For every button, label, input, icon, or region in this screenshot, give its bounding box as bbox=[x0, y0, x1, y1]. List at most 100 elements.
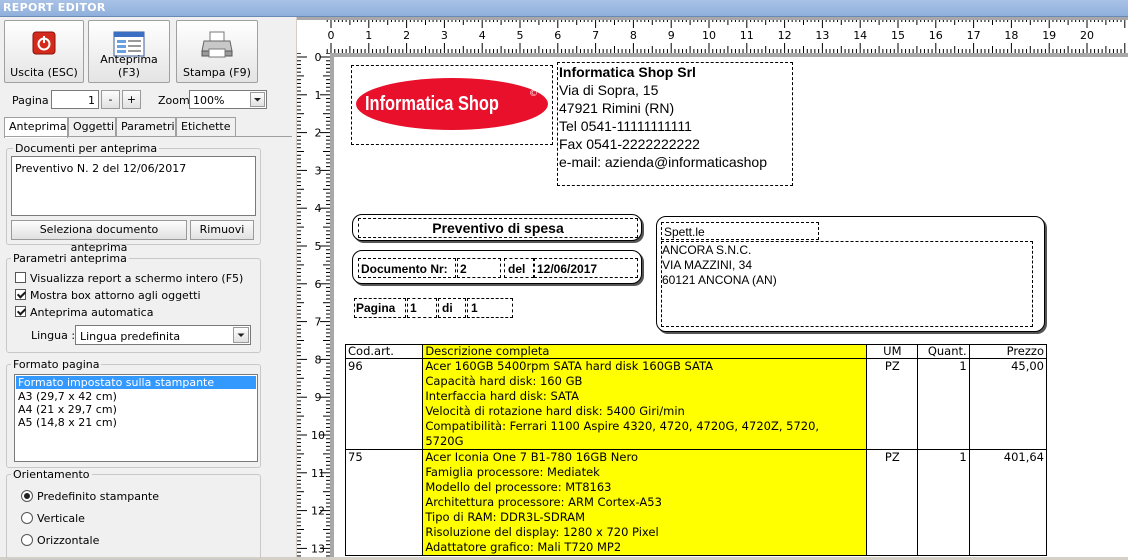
tab-divider bbox=[4, 136, 292, 137]
header-um: UM bbox=[866, 344, 919, 359]
documents-list-item[interactable]: Preventivo N. 2 del 12/06/2017 bbox=[15, 162, 186, 175]
tab-parametri[interactable]: Parametri bbox=[116, 117, 176, 136]
ruler-label: 1 bbox=[365, 29, 372, 42]
exit-button[interactable]: Uscita (ESC) bbox=[4, 20, 84, 83]
preview-button-label: Anteprima (F3) bbox=[100, 53, 158, 79]
show-box-checkbox[interactable] bbox=[15, 289, 26, 300]
ruler-label: 13 bbox=[815, 29, 829, 42]
desc-line: Compatibilità: Ferrari 1100 Aspire 4320,… bbox=[425, 419, 820, 433]
remove-document-button[interactable]: Rimuovi bbox=[190, 220, 254, 240]
ruler-label: 13 bbox=[311, 542, 325, 555]
ruler-label: 11 bbox=[740, 29, 754, 42]
ruler-label: 9 bbox=[315, 391, 322, 404]
doc-date-label: del bbox=[508, 262, 526, 276]
ruler-label: 11 bbox=[311, 467, 325, 480]
preview-button[interactable]: Anteprima (F3) bbox=[88, 20, 170, 83]
fullscreen-checkbox[interactable] bbox=[15, 272, 26, 283]
language-select[interactable]: Lingua predefinita bbox=[75, 325, 251, 345]
tab-bar: Anteprima Oggetti Parametri Etichette bbox=[4, 117, 294, 138]
header-code: Cod.art. bbox=[344, 344, 424, 359]
page-format-list[interactable]: Formato impostato sulla stampante A3 (29… bbox=[14, 374, 258, 462]
print-button[interactable]: Stampa (F9) bbox=[176, 20, 258, 83]
ruler-label: 3 bbox=[441, 29, 448, 42]
ruler-label: 6 bbox=[554, 29, 561, 42]
ruler-label: 3 bbox=[315, 164, 322, 177]
select-document-button[interactable]: Seleziona documento anteprima bbox=[11, 220, 187, 254]
ruler-label: 17 bbox=[967, 29, 981, 42]
page-format-option[interactable]: A5 (14,8 x 21 cm) bbox=[18, 416, 117, 429]
row-quantity: 1 bbox=[917, 358, 970, 450]
orientation-default-radio[interactable] bbox=[21, 490, 33, 502]
logo-box[interactable]: Informatica Shop © bbox=[351, 65, 553, 145]
report-canvas-area: 0 1 2 3 4 5 6 7 8 9 10 11 12 13 14 15 16 17 18 19 20 0123456… bbox=[297, 17, 1128, 557]
logo-text: Informatica Shop bbox=[365, 93, 499, 115]
fullscreen-checkbox-label: Visualizza report a schermo intero (F5) bbox=[30, 272, 244, 285]
language-dropdown-button[interactable] bbox=[233, 327, 249, 343]
zoom-value: 100% bbox=[193, 94, 225, 107]
vertical-ruler-svg: 012345678910111213 bbox=[297, 51, 330, 557]
chevron-down-icon bbox=[254, 98, 261, 102]
page-input[interactable]: 1 bbox=[51, 90, 99, 109]
table-row[interactable]: 75 Acer Iconia One 7 B1-780 16GB Nero Fa… bbox=[344, 449, 1048, 556]
row-code: 75 bbox=[344, 449, 424, 556]
row-price: 45,00 bbox=[968, 358, 1048, 450]
report-page-total: 1 bbox=[471, 301, 478, 315]
horizontal-ruler-svg: 0 1 2 3 4 5 6 7 8 9 10 11 12 13 14 15 16 17 18 19 20 bbox=[326, 20, 1126, 53]
window-title: REPORT EDITOR bbox=[3, 1, 106, 14]
orientation-vertical-radio[interactable] bbox=[21, 512, 33, 524]
ruler-label: 1 bbox=[315, 89, 322, 102]
tab-anteprima[interactable]: Anteprima bbox=[4, 117, 68, 138]
ruler-label: 6 bbox=[315, 278, 322, 291]
doc-title: Preventivo di spesa bbox=[432, 220, 564, 236]
zoom-dropdown-button[interactable] bbox=[250, 92, 265, 107]
page-format-option[interactable]: Formato impostato sulla stampante bbox=[16, 376, 256, 389]
doc-title-box[interactable]: Preventivo di spesa bbox=[358, 218, 638, 238]
orientation-horizontal-label: Orizzontale bbox=[37, 534, 100, 547]
page-label-box[interactable]: Pagina bbox=[354, 298, 406, 318]
language-value: Lingua predefinita bbox=[80, 330, 181, 343]
page-plus-button[interactable]: + bbox=[122, 90, 141, 109]
doc-number-box[interactable]: 2 bbox=[457, 258, 501, 278]
documents-list[interactable]: Preventivo N. 2 del 12/06/2017 bbox=[11, 156, 256, 216]
report-page-label: Pagina bbox=[356, 301, 396, 315]
row-quantity: 1 bbox=[917, 449, 970, 556]
doc-number: 2 bbox=[460, 262, 467, 276]
tab-oggetti[interactable]: Oggetti bbox=[68, 117, 116, 136]
exit-button-label: Uscita (ESC) bbox=[10, 66, 78, 79]
page-num-box[interactable]: 1 bbox=[407, 298, 437, 318]
ruler-label: 4 bbox=[315, 202, 322, 215]
desc-line: 5720G bbox=[425, 434, 464, 448]
page-format-option[interactable]: A3 (29,7 x 42 cm) bbox=[18, 390, 117, 403]
orientation-horizontal-radio[interactable] bbox=[21, 534, 33, 546]
auto-preview-checkbox[interactable] bbox=[15, 306, 26, 317]
ruler-label: 7 bbox=[592, 29, 599, 42]
power-icon bbox=[32, 31, 56, 58]
ruler-label: 4 bbox=[479, 29, 486, 42]
desc-line: Architettura processore: ARM Cortex-A53 bbox=[425, 495, 662, 509]
ruler-label: 16 bbox=[929, 29, 943, 42]
report-page[interactable]: Informatica Shop © Informatica Shop Srl … bbox=[334, 57, 1128, 557]
row-price: 401,64 bbox=[968, 449, 1048, 556]
ruler-label: 9 bbox=[668, 29, 675, 42]
printer-icon bbox=[201, 31, 233, 62]
page-of-box[interactable]: di bbox=[438, 298, 466, 318]
page-total-box[interactable]: 1 bbox=[467, 298, 513, 318]
recipient-label: Spett.le bbox=[664, 225, 705, 239]
orientation-legend: Orientamento bbox=[11, 468, 92, 481]
page-format-option[interactable]: A4 (21 x 29,7 cm) bbox=[18, 403, 117, 416]
ruler-label: 12 bbox=[311, 505, 325, 518]
recipient-label-box[interactable]: Spett.le bbox=[661, 222, 819, 240]
zoom-select[interactable]: 100% bbox=[189, 90, 267, 109]
ruler-label: 12 bbox=[778, 29, 792, 42]
doc-date-label-box[interactable]: del bbox=[504, 258, 534, 278]
ruler-label: 2 bbox=[315, 127, 322, 140]
vertical-ruler: 0 1 2 3 4 5 6 7 8 9 10 11 12 13 bbox=[297, 51, 330, 557]
ruler-label: 5 bbox=[517, 29, 524, 42]
row-description: Acer Iconia One 7 B1-780 16GB Nero Famig… bbox=[422, 449, 868, 556]
page-minus-button[interactable]: - bbox=[101, 90, 120, 109]
tab-etichette[interactable]: Etichette bbox=[176, 117, 236, 136]
desc-line: Acer 160GB 5400rpm SATA hard disk 160GB … bbox=[425, 359, 713, 373]
doc-number-label-box[interactable]: Documento Nr: bbox=[358, 258, 456, 278]
doc-date-box[interactable]: 12/06/2017 bbox=[534, 258, 638, 278]
table-row[interactable]: 96 Acer 160GB 5400rpm SATA hard disk 160… bbox=[344, 358, 1048, 450]
